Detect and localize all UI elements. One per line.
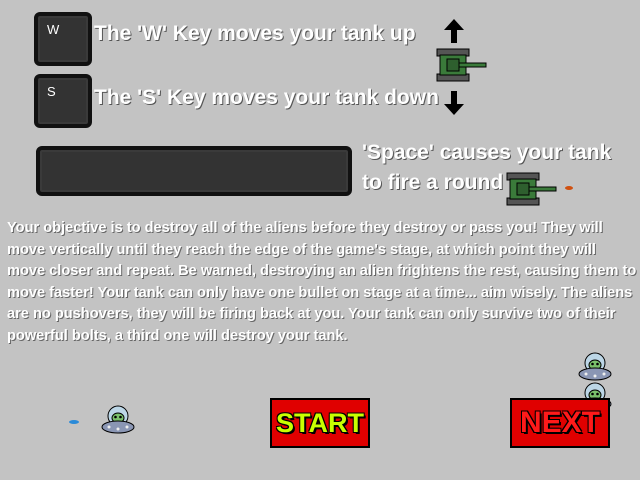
w-key-icon: W: [34, 12, 92, 66]
w-key-letter: W: [47, 22, 60, 37]
bullet-icon: [565, 186, 573, 190]
s-key-icon: S: [34, 74, 92, 128]
start-button[interactable]: START: [270, 398, 370, 448]
space-key-icon: [36, 146, 352, 196]
up-arrow-icon: [444, 19, 464, 43]
w-key-description: The 'W' Key moves your tank up: [94, 22, 416, 45]
next-button[interactable]: NEXT: [510, 398, 610, 448]
s-key-description: The 'S' Key moves your tank down: [94, 86, 439, 109]
tank-icon: [436, 48, 487, 82]
tank-firing-icon: [506, 172, 557, 206]
alien-ufo-icon: [578, 352, 612, 381]
objective-text: Your objective is to destroy all of the …: [7, 220, 637, 344]
down-arrow-icon: [444, 91, 464, 115]
s-key-letter: S: [47, 84, 56, 99]
space-key-description-line2: to fire a round: [362, 171, 504, 194]
alien-bolt-icon: [69, 420, 79, 424]
alien-ufo-icon: [101, 405, 135, 434]
space-key-description-line1: 'Space' causes your tank: [362, 141, 612, 164]
